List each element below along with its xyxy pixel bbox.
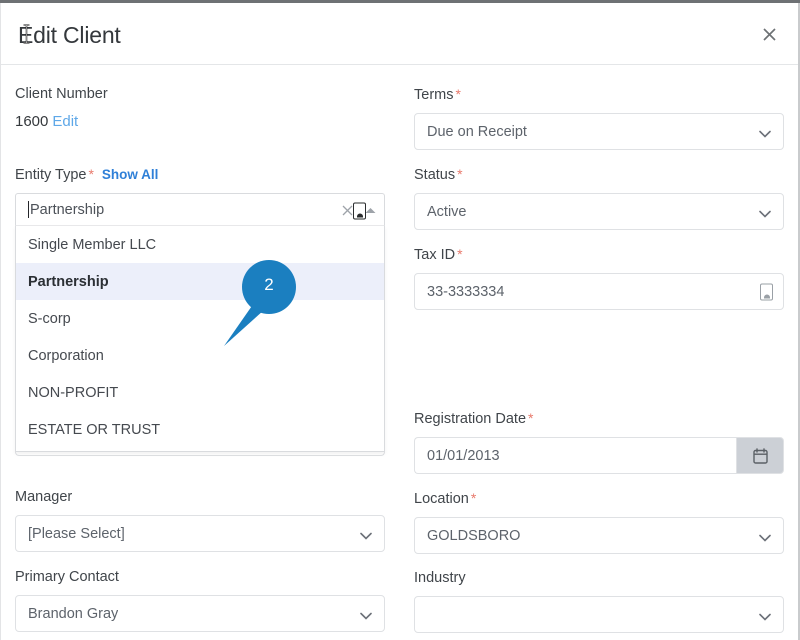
dropdown-option[interactable]: S-corp [16,300,384,337]
field-status: Status * Active [414,165,784,230]
entity-type-label-text: Entity Type [15,167,87,183]
field-industry: Industry [414,569,784,633]
field-terms: Terms * Due on Receipt [414,85,784,150]
modal-header: Edit Client [1,3,798,65]
entity-type-combobox[interactable]: BRANDON GRAY ▼ Partnership [15,193,385,456]
status-select[interactable]: Active [414,193,784,230]
password-manager-autofill-icon[interactable] [353,202,366,219]
chevron-down-icon [759,609,771,621]
registration-date-label: Registration Date * [414,409,784,428]
location-select[interactable]: GOLDSBORO [414,517,784,554]
primary-contact-value: Brandon Gray [28,605,119,622]
entity-type-input[interactable]: Partnership [15,193,385,226]
required-marker: * [457,166,463,182]
chevron-down-icon [360,608,372,620]
chevron-down-icon [759,206,771,218]
password-manager-autofill-icon[interactable] [760,283,773,300]
industry-select[interactable] [414,596,784,633]
modal-body: Client Number 1600 Edit Entity Type * Show … [1,66,798,640]
tax-id-value: 33-3333334 [427,283,505,300]
required-marker: * [457,246,463,262]
registration-date-input[interactable]: 01/01/2013 [414,437,736,474]
entity-type-input-value: Partnership [30,201,105,218]
chevron-down-icon [759,126,771,138]
field-manager: Manager [Please Select] [15,488,385,552]
registration-date-value: 01/01/2013 [427,447,500,464]
primary-contact-select[interactable]: Brandon Gray [15,595,385,632]
primary-contact-label: Primary Contact [15,569,119,585]
status-label: Status * [414,165,784,184]
page-title: Edit Client [18,22,121,48]
field-client-number: Client Number 1600 Edit [15,85,385,132]
clear-icon[interactable] [342,204,353,218]
client-number-edit-link[interactable]: Edit [52,113,78,130]
dropdown-option[interactable]: Corporation [16,337,384,374]
entity-type-tools [342,194,376,227]
registration-date-label-text: Registration Date [414,411,527,427]
calendar-icon[interactable] [736,437,784,474]
manager-label: Manager [15,489,73,505]
tax-id-label: Tax ID * [414,245,784,264]
field-entity-type: Entity Type* Show All BRANDON GRAY ▼ Part… [15,165,385,456]
status-label-text: Status [414,167,456,183]
client-number-value-row: 1600 Edit [15,112,385,132]
dropdown-option[interactable]: Single Member LLC [16,226,384,263]
registration-date-control: 01/01/2013 [414,437,784,474]
terms-label-text: Terms [414,87,454,103]
tax-id-input[interactable]: 33-3333334 [414,273,784,310]
field-primary-contact: Primary Contact Brandon Gray [15,568,385,632]
industry-label: Industry [414,570,466,586]
terms-value: Due on Receipt [427,123,527,140]
required-marker: * [88,166,94,182]
entity-type-dropdown-list[interactable]: Single Member LLC Partnership S-corp Cor… [15,226,385,452]
chevron-down-icon [360,528,372,540]
client-number-label: Client Number [15,86,108,102]
field-location: Location * GOLDSBORO [414,489,784,554]
terms-select[interactable]: Due on Receipt [414,113,784,150]
terms-label: Terms * [414,85,784,104]
required-marker: * [470,490,477,506]
required-marker: * [528,410,534,426]
show-all-link[interactable]: Show All [102,167,159,182]
close-icon[interactable] [756,21,782,47]
required-marker: * [455,86,461,102]
dropdown-option-selected[interactable]: Partnership [16,263,384,300]
text-caret [28,201,29,218]
field-tax-id: Tax ID * 33-3333334 [414,245,784,310]
location-label-text: Location [414,491,469,507]
dropdown-option[interactable]: NON-PROFIT [16,374,384,411]
client-number-value: 1600 [15,113,49,130]
field-registration-date: Registration Date * 01/01/2013 [414,409,784,474]
location-value: GOLDSBORO [427,527,521,544]
entity-type-label: Entity Type * Show All [15,165,385,184]
manager-value: [Please Select] [28,525,125,542]
status-value: Active [427,203,467,220]
dropdown-option[interactable]: ESTATE OR TRUST [16,411,384,448]
tax-id-label-text: Tax ID [414,247,456,263]
manager-select[interactable]: [Please Select] [15,515,385,552]
location-label: Location * [414,489,784,508]
chevron-down-icon [759,530,771,542]
